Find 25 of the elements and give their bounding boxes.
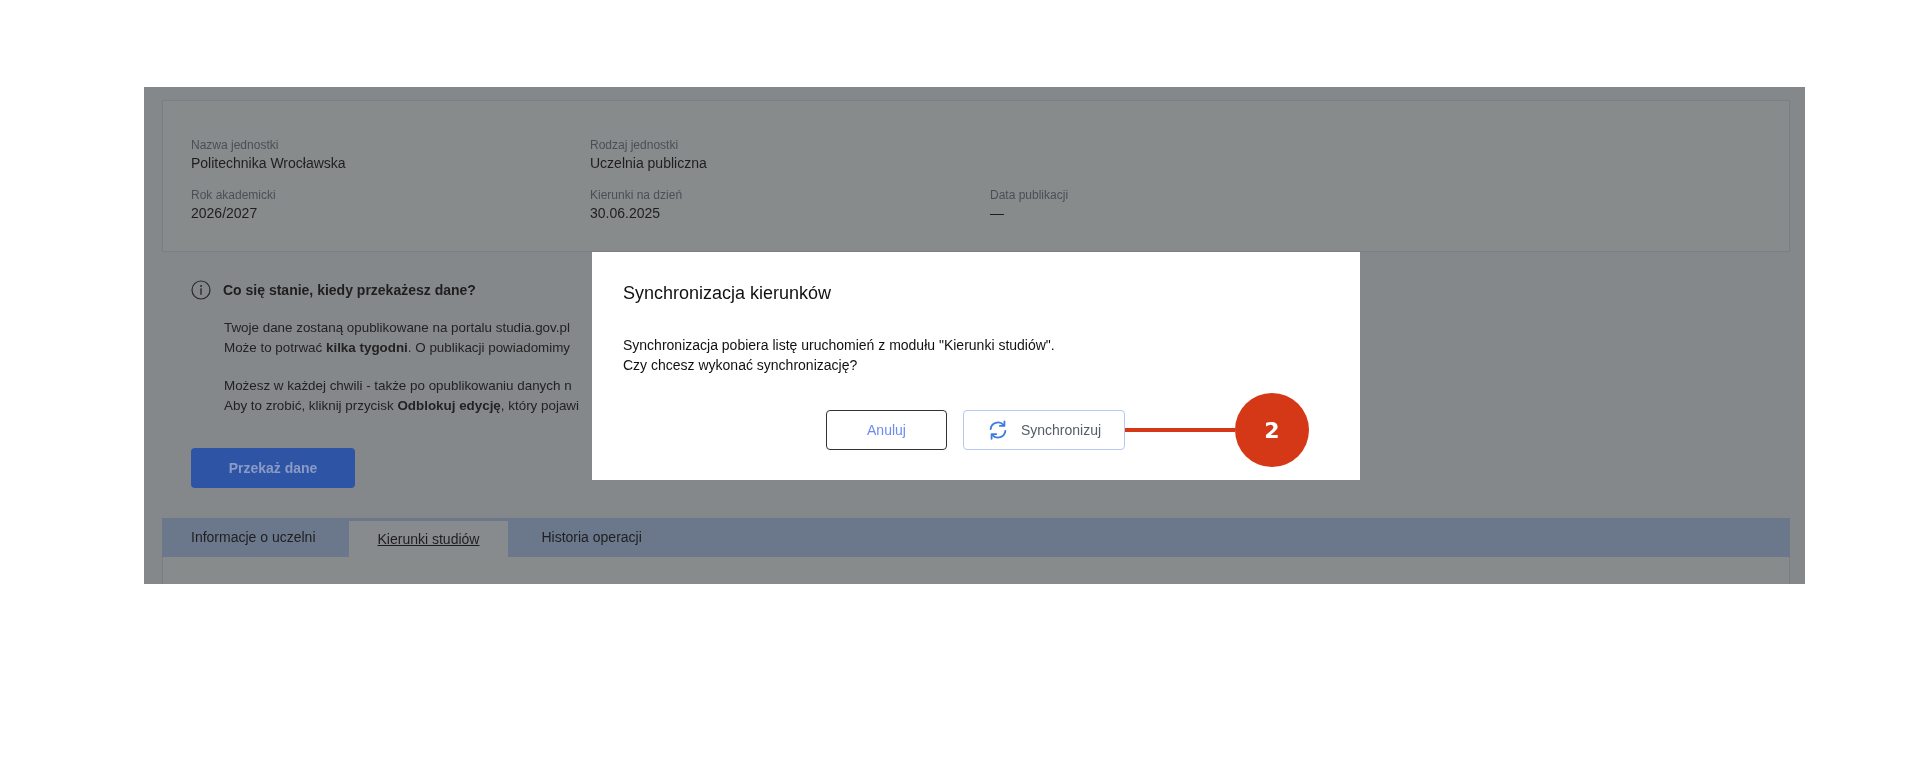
field-label: Nazwa jednostki (191, 137, 280, 154)
field-value: Politechnika Wrocławska (191, 154, 347, 173)
tab[interactable]: Historia operacji (512, 518, 671, 557)
submit-button[interactable]: Przekaż dane (191, 448, 355, 488)
dialog-title: Synchronizacja kierunków (623, 282, 832, 304)
dialog-message: Czy chcesz wykonać synchronizację? (623, 356, 858, 375)
tab[interactable]: Kierunki studiów (348, 521, 509, 557)
info-text: Twoje dane zostaną opublikowane na portalu studia.gov.pl (224, 319, 570, 337)
cancel-button[interactable]: Anuluj (826, 410, 947, 450)
field-value: Uczelnia publiczna (590, 154, 708, 173)
field-label: Data publikacji (990, 187, 1070, 204)
info-text: Aby to zrobić, kliknij przycisk Odblokuj edycję, który pojawi (224, 397, 579, 415)
field-value: 30.06.2025 (590, 204, 662, 223)
dialog-message: Synchronizacja pobiera listę uruchomień z modułu "Kierunki studiów". (623, 336, 1055, 355)
tab[interactable]: Informacje o uczelni (162, 518, 345, 557)
field-label: Kierunki na dzień (590, 187, 684, 204)
info-icon (191, 280, 211, 300)
field-value: 2026/2027 (191, 204, 259, 223)
field-value: — (990, 204, 1005, 223)
info-text: Możesz w każdej chwili - także po opublikowaniu danych n (224, 377, 572, 395)
info-text: Może to potrwać kilka tygodni. O publikacji powiadomimy (224, 339, 571, 357)
field-label: Rok akademicki (191, 187, 277, 204)
field-label: Rodzaj jednostki (590, 137, 680, 154)
info-heading: Co się stanie, kiedy przekażesz dane? (223, 282, 476, 298)
synchronize-button[interactable]: Synchronizuj (963, 410, 1125, 450)
